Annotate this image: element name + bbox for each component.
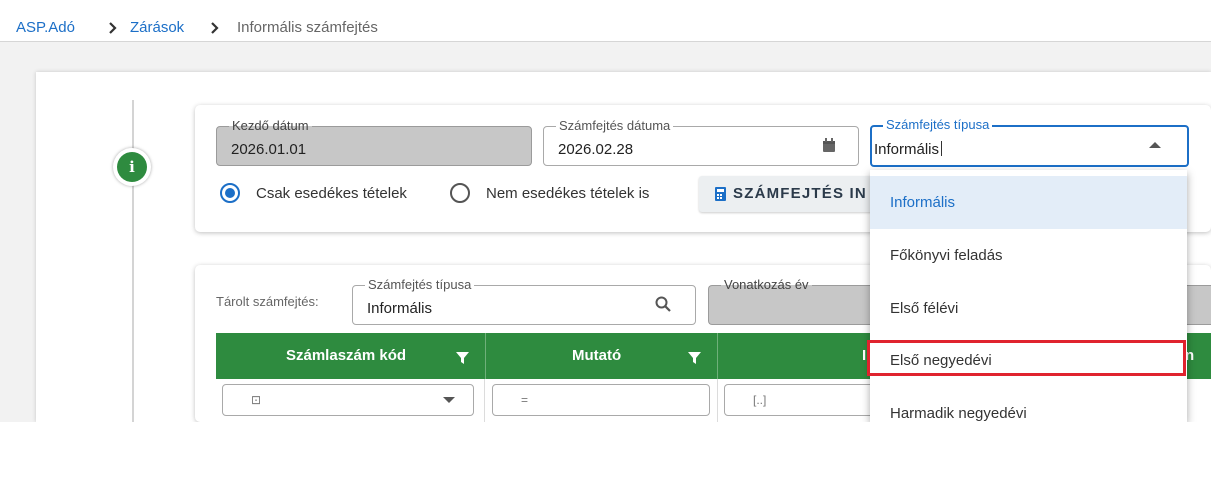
- column-header-label: Mutató: [572, 347, 622, 364]
- dropdown-option-informalis[interactable]: Informális: [870, 176, 1187, 229]
- radio-not-due-too-label[interactable]: Nem esedékes tételek is: [486, 185, 649, 202]
- calc-date-value[interactable]: 2026.02.28: [558, 141, 633, 158]
- filter-operator-icon: =: [521, 393, 529, 407]
- filter-operator-icon: [..]: [753, 393, 767, 407]
- chevron-right-icon: [109, 22, 117, 34]
- radio-not-due-too[interactable]: [450, 183, 470, 203]
- radio-due-only[interactable]: [220, 183, 240, 203]
- indicator-filter[interactable]: =: [492, 384, 710, 416]
- column-header-label: Számlaszám kód: [286, 347, 407, 364]
- step-indicator: i: [113, 148, 151, 186]
- reference-year-label: Vonatkozás év: [721, 277, 812, 293]
- breadcrumb-item-asp-ado[interactable]: ASP.Adó: [16, 19, 75, 36]
- breadcrumb-current: Informális számfejtés: [237, 19, 378, 36]
- chevron-down-icon[interactable]: [443, 397, 455, 404]
- dropdown-option-harmadik-negyedevi[interactable]: Harmadik negyedévi: [870, 387, 1187, 422]
- chevron-right-icon: [211, 22, 219, 34]
- calc-type-label: Számfejtés típusa: [883, 117, 993, 133]
- calc-date-field[interactable]: Számfejtés dátuma 2026.02.28: [543, 118, 859, 166]
- stored-type-label: Számfejtés típusa: [365, 277, 475, 293]
- info-icon: i: [117, 152, 147, 182]
- dropdown-option-elso-felevi[interactable]: Első félévi: [870, 282, 1187, 335]
- calculator-icon: [715, 187, 726, 201]
- start-date-value: 2026.01.01: [231, 141, 307, 158]
- filter-operator-icon: ⊡: [251, 393, 262, 407]
- radio-due-only-label[interactable]: Csak esedékes tételek: [256, 185, 407, 202]
- stored-type-value[interactable]: Informális: [367, 300, 432, 317]
- page-bottom: [0, 422, 1211, 486]
- calc-type-dropdown: Informális Főkönyvi feladás Első félévi …: [870, 170, 1187, 422]
- stored-calculation-label: Tárolt számfejtés:: [216, 294, 319, 309]
- calculate-button[interactable]: SZÁMFEJTÉS IN: [699, 176, 874, 212]
- calendar-icon[interactable]: [822, 138, 836, 153]
- calculate-button-label: SZÁMFEJTÉS IN: [733, 185, 867, 202]
- stored-type-field[interactable]: Számfejtés típusa Informális: [352, 277, 696, 325]
- account-code-filter[interactable]: ⊡: [222, 384, 474, 416]
- column-header-account-code[interactable]: Számlaszám kód: [216, 333, 486, 379]
- calc-type-value[interactable]: Informális: [874, 141, 943, 158]
- column-header-label: I: [862, 347, 867, 364]
- filter-icon[interactable]: [456, 352, 469, 364]
- third-column-filter[interactable]: [..]: [724, 384, 884, 416]
- column-header-indicator[interactable]: Mutató: [486, 333, 718, 379]
- chevron-up-icon[interactable]: [1149, 141, 1161, 149]
- start-date-label: Kezdő dátum: [229, 118, 312, 134]
- calc-date-label: Számfejtés dátuma: [556, 118, 674, 134]
- breadcrumb-item-zarasok[interactable]: Zárások: [130, 19, 184, 36]
- highlight-annotation: [867, 340, 1186, 376]
- breadcrumb: ASP.Adó Zárások Informális számfejtés: [0, 0, 1211, 42]
- start-date-field: Kezdő dátum 2026.01.01: [216, 118, 532, 166]
- calc-type-select[interactable]: Számfejtés típusa Informális: [870, 117, 1189, 167]
- dropdown-option-fokonyvi-feladas[interactable]: Főkönyvi feladás: [870, 229, 1187, 282]
- search-icon[interactable]: [655, 296, 671, 312]
- filter-icon[interactable]: [688, 352, 701, 364]
